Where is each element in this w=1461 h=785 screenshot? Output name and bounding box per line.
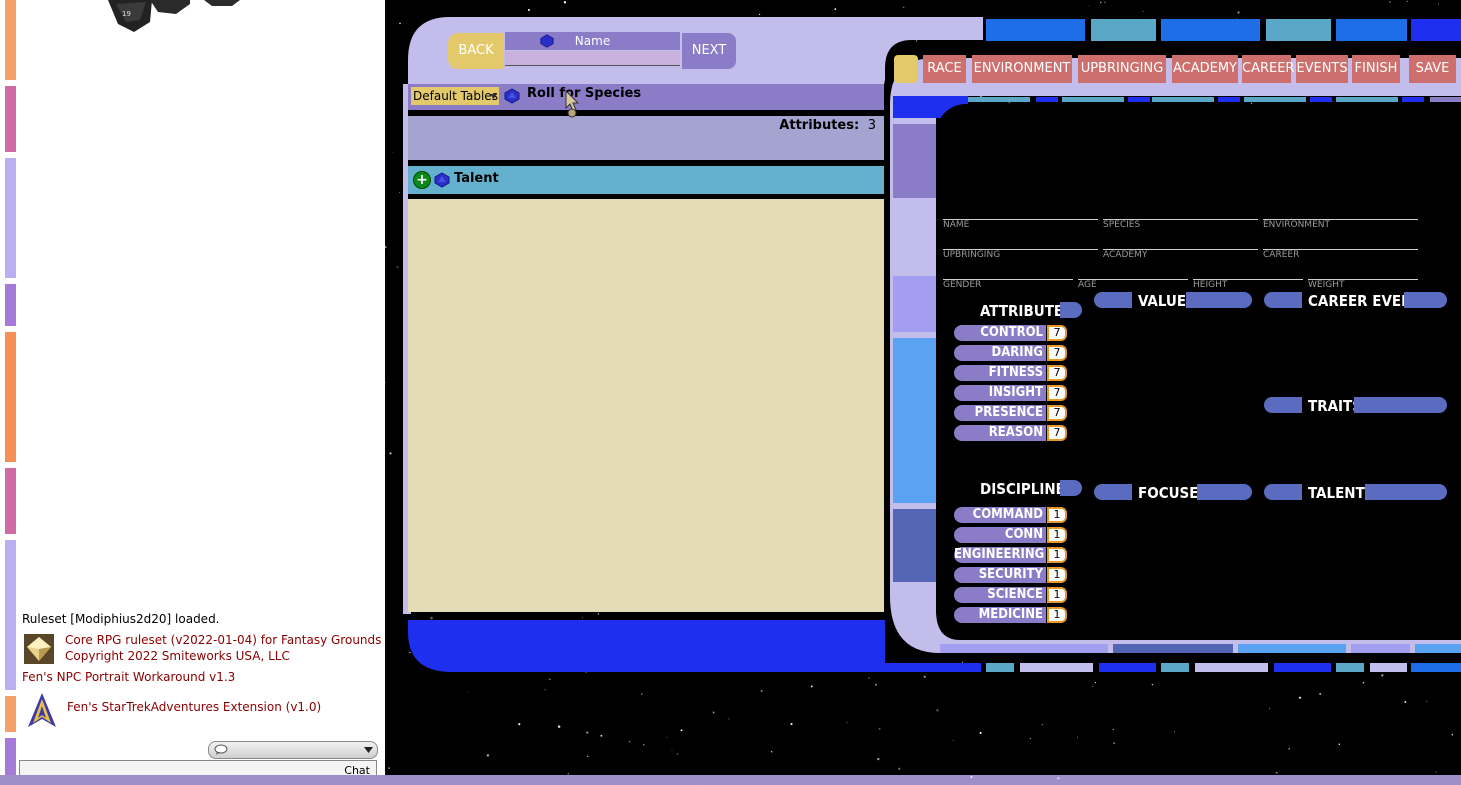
attribute-daring: DARING <box>954 345 1046 361</box>
tab-events[interactable]: EVENTS <box>1296 55 1348 83</box>
tab-upbringing[interactable]: UPBRINGING <box>1078 55 1166 83</box>
discipline-engineering-value[interactable]: 1 <box>1047 547 1067 563</box>
header-pill <box>1094 484 1132 500</box>
back-button[interactable]: BACK <box>448 33 504 69</box>
field-label: UPBRINGING <box>943 250 1001 260</box>
discipline-conn: CONN <box>954 527 1046 543</box>
attributes-box: Attributes: 3 <box>408 116 884 160</box>
talent-list[interactable] <box>408 199 884 612</box>
header-pill <box>1060 480 1082 496</box>
header-pill <box>1264 484 1302 500</box>
discipline-security: SECURITY <box>954 567 1046 583</box>
header-pill <box>1197 484 1252 500</box>
field-label: SPECIES <box>1103 220 1141 230</box>
d20-icon[interactable] <box>434 172 450 188</box>
header-pill <box>1264 292 1302 308</box>
attribute-control-value[interactable]: 7 <box>1047 325 1067 341</box>
field-label: NAME <box>943 220 970 230</box>
d20-icon[interactable] <box>504 88 520 104</box>
species-roll-bar: Default Tables Roll for Species <box>408 84 884 110</box>
talent-bar: + Talent <box>408 166 884 194</box>
discipline-command: COMMAND <box>954 507 1046 523</box>
field-label: HEIGHT <box>1193 280 1228 290</box>
attributes-points: Attributes: 3 <box>779 118 876 133</box>
header-pill <box>1404 292 1447 308</box>
discipline-conn-value[interactable]: 1 <box>1047 527 1067 543</box>
name-field-group: Name <box>505 32 680 68</box>
tab-race[interactable]: RACE <box>923 55 966 83</box>
tab-academy[interactable]: ACADEMY <box>1172 55 1238 83</box>
attribute-daring-value[interactable]: 7 <box>1047 345 1067 361</box>
chevron-down-icon <box>490 94 497 99</box>
attribute-insight: INSIGHT <box>954 385 1046 401</box>
header-pill <box>1186 292 1252 308</box>
tab-environment[interactable]: ENVIRONMENT <box>972 55 1072 83</box>
field-label: WEIGHT <box>1308 280 1345 290</box>
field-label: AGE <box>1078 280 1097 290</box>
header-pill <box>1094 292 1132 308</box>
tab-save[interactable]: SAVE <box>1409 55 1456 83</box>
header-pill <box>1365 484 1447 500</box>
attribute-reason: REASON <box>954 425 1046 441</box>
roll-species-button[interactable]: Roll for Species <box>527 86 641 101</box>
next-button[interactable]: NEXT <box>682 33 736 69</box>
header-pill <box>1060 302 1082 318</box>
attribute-fitness-value[interactable]: 7 <box>1047 365 1067 381</box>
name-label: Name <box>505 32 680 50</box>
character-wizard: BACK Name NEXT RACE ENVIRONMENT UPBRINGI… <box>0 0 1461 785</box>
field-label: GENDER <box>943 280 982 290</box>
discipline-medicine: MEDICINE <box>954 607 1046 623</box>
field-label: CAREER <box>1263 250 1300 260</box>
attribute-presence-value[interactable]: 7 <box>1047 405 1067 421</box>
discipline-medicine-value[interactable]: 1 <box>1047 607 1067 623</box>
tab-finish[interactable]: FINISH <box>1352 55 1400 83</box>
field-label: ACADEMY <box>1103 250 1148 260</box>
discipline-science-value[interactable]: 1 <box>1047 587 1067 603</box>
attribute-presence: PRESENCE <box>954 405 1046 421</box>
discipline-command-value[interactable]: 1 <box>1047 507 1067 523</box>
discipline-science: SCIENCE <box>954 587 1046 603</box>
discipline-security-value[interactable]: 1 <box>1047 567 1067 583</box>
d20-icon <box>540 34 554 48</box>
attributes-title: ATTRIBUTES <box>980 302 1073 320</box>
header-pill <box>1264 397 1302 413</box>
field-label: ENVIRONMENT <box>1263 220 1330 230</box>
app-window: 19 Ruleset [Modiphius2d20] loaded. Core … <box>0 0 1461 785</box>
name-input[interactable] <box>505 51 680 66</box>
attribute-insight-value[interactable]: 7 <box>1047 385 1067 401</box>
add-talent-button[interactable]: + <box>413 171 431 189</box>
tab-career[interactable]: CAREER <box>1242 55 1294 83</box>
talent-label: Talent <box>454 171 499 186</box>
discipline-engineering: ENGINEERING <box>954 547 1046 563</box>
attribute-reason-value[interactable]: 7 <box>1047 425 1067 441</box>
default-tables-dropdown[interactable]: Default Tables <box>411 87 499 105</box>
cursor-icon <box>565 90 580 118</box>
header-pill <box>1354 397 1447 413</box>
attribute-control: CONTROL <box>954 325 1046 341</box>
attribute-fitness: FITNESS <box>954 365 1046 381</box>
